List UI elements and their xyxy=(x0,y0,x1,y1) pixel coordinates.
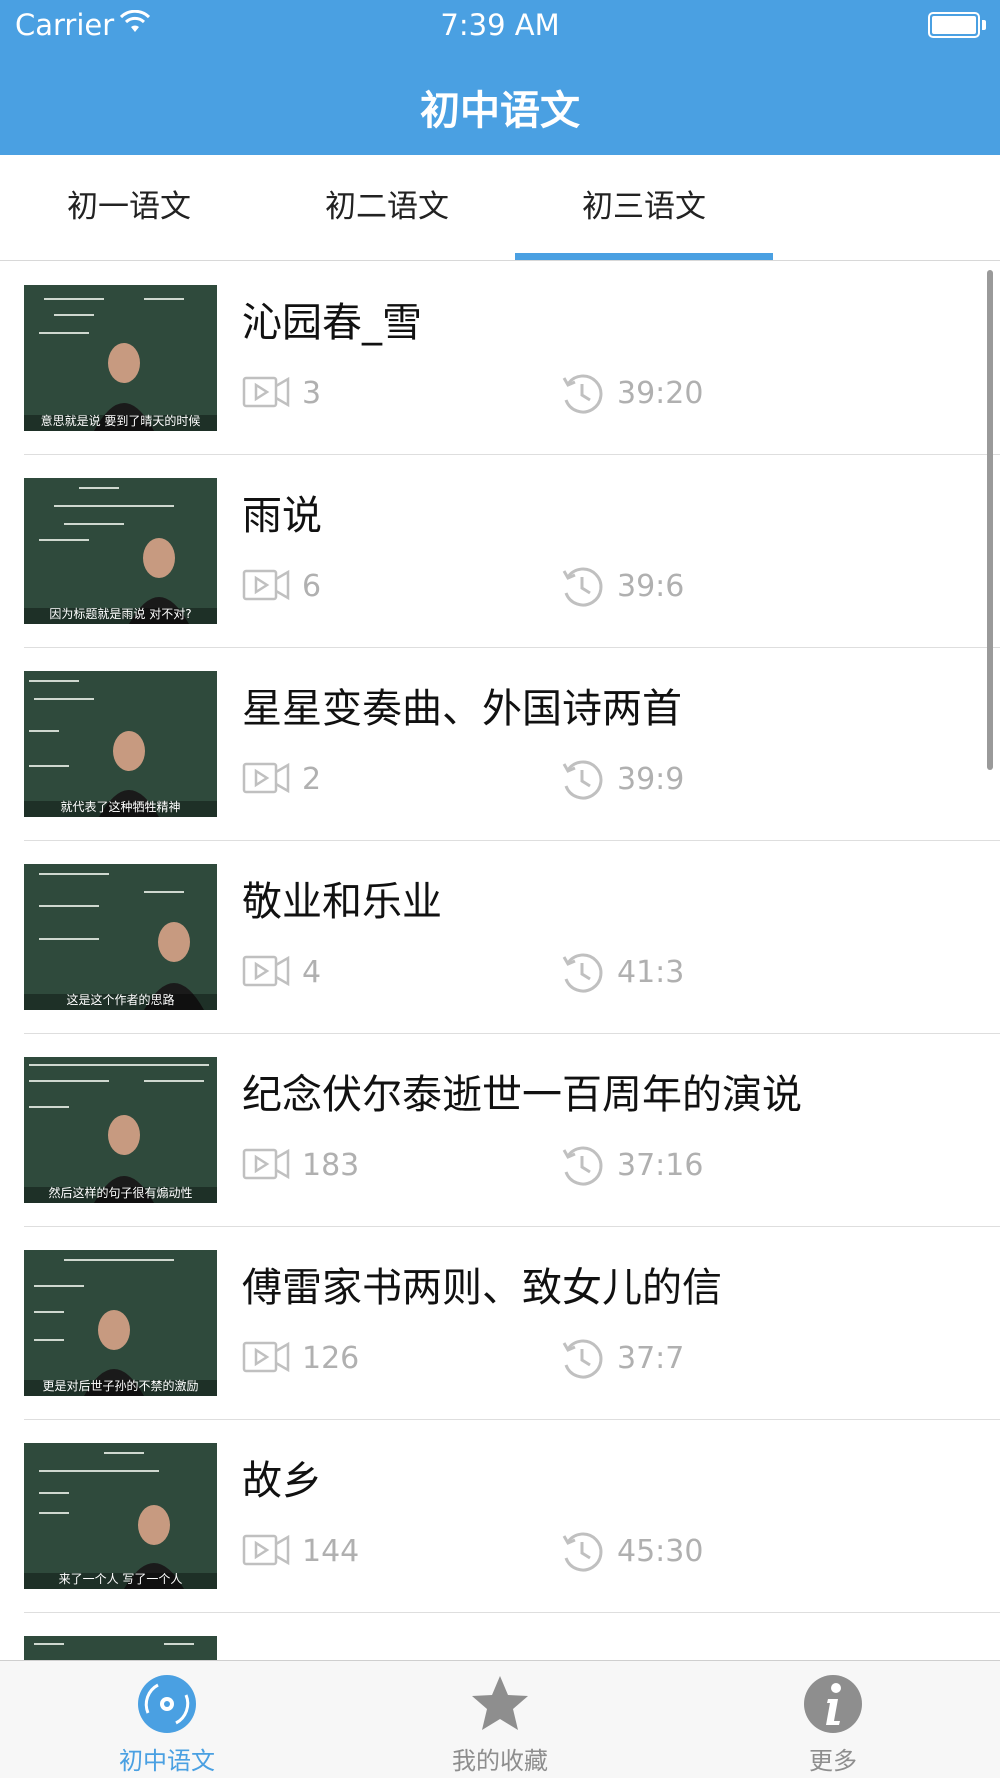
lesson-thumbnail xyxy=(24,1636,217,1660)
tab-grade-3[interactable]: 初三语文 xyxy=(515,155,773,260)
duration: 37:16 xyxy=(560,1144,703,1188)
video-icon xyxy=(242,762,290,794)
thumbnail-caption: 就代表了这种牺牲精神 xyxy=(60,800,181,814)
lesson-row[interactable]: 来了一个人 写了一个人 故乡 144 45:30 xyxy=(0,1420,1000,1613)
video-count: 183 xyxy=(242,1146,359,1186)
tabbar-item-favorites[interactable]: 我的收藏 xyxy=(333,1661,667,1778)
tab-grade-1[interactable]: 初一语文 xyxy=(0,155,258,260)
lesson-row[interactable]: 然后这样的句子很有煽动性 纪念伏尔泰逝世一百周年的演说 183 37:16 xyxy=(0,1034,1000,1227)
duration-label: 39:20 xyxy=(617,376,704,411)
duration: 39:20 xyxy=(560,372,703,416)
thumbnail-caption: 然后这样的句子很有煽动性 xyxy=(48,1186,193,1200)
status-bar: Carrier 7:39 AM xyxy=(0,0,1000,50)
video-count-label: 6 xyxy=(302,569,322,604)
video-count-label: 126 xyxy=(302,1341,360,1376)
duration: 37:7 xyxy=(560,1337,684,1381)
clock-icon xyxy=(562,760,603,800)
lesson-title: 星星变奏曲、外国诗两首 xyxy=(242,686,682,732)
duration-label: 45:30 xyxy=(617,1534,704,1569)
thumbnail-caption: 更是对后世子孙的不禁的激励 xyxy=(42,1379,199,1393)
video-count-label: 2 xyxy=(302,762,322,797)
page-title: 初中语文 xyxy=(420,88,580,134)
duration-label: 39:6 xyxy=(617,569,685,604)
lesson-title: 雨说 xyxy=(242,493,322,539)
tabbar-label: 我的收藏 xyxy=(452,1747,548,1775)
lesson-title: 沁园春_雪 xyxy=(242,300,422,346)
thumbnail-caption: 意思就是说 要到了晴天的时候 xyxy=(40,414,201,428)
lesson-row[interactable]: 更是对后世子孙的不禁的激励 傅雷家书两则、致女儿的信 126 37:7 xyxy=(0,1227,1000,1420)
duration: 45:30 xyxy=(560,1530,703,1574)
scrollbar[interactable] xyxy=(987,270,993,770)
video-count: 144 xyxy=(242,1532,359,1572)
lesson-thumbnail: 来了一个人 写了一个人 xyxy=(24,1443,217,1589)
clock-icon xyxy=(562,1339,603,1379)
lesson-thumbnail: 因为标题就是雨说 对不对? xyxy=(24,478,217,624)
lesson-thumbnail: 意思就是说 要到了晴天的时候 xyxy=(24,285,217,431)
duration-label: 37:7 xyxy=(617,1341,685,1376)
duration-label: 39:9 xyxy=(617,762,685,797)
tab-selected-indicator xyxy=(515,253,773,260)
tab-grade-2[interactable]: 初二语文 xyxy=(258,155,516,260)
tabbar-item-more[interactable]: 更多 xyxy=(666,1661,1000,1778)
video-count: 6 xyxy=(242,567,321,607)
navigation-header: Carrier 7:39 AM 初中语文 xyxy=(0,0,1000,155)
clock-icon xyxy=(562,374,603,414)
video-count: 4 xyxy=(242,953,321,993)
tabbar-item-chinese[interactable]: 初中语文 xyxy=(0,1661,334,1778)
lesson-list[interactable]: 意思就是说 要到了晴天的时候 沁园春_雪 3 39:20 因为标题就是雨说 对不… xyxy=(0,262,1000,1660)
thumbnail-caption: 这是这个作者的思路 xyxy=(66,993,175,1007)
clock-icon xyxy=(562,953,603,993)
duration: 39:6 xyxy=(560,565,684,609)
video-count: 2 xyxy=(242,760,321,800)
duration-label: 41:3 xyxy=(617,955,685,990)
lesson-row[interactable]: 意思就是说 要到了晴天的时候 沁园春_雪 3 39:20 xyxy=(0,262,1000,455)
status-time: 7:39 AM xyxy=(440,8,560,42)
lesson-title: 纪念伏尔泰逝世一百周年的演说 xyxy=(242,1072,802,1118)
disc-icon xyxy=(138,1675,196,1733)
video-count: 126 xyxy=(242,1339,359,1379)
video-count-label: 3 xyxy=(302,376,322,411)
duration-label: 37:16 xyxy=(617,1148,704,1183)
star-icon xyxy=(472,1676,528,1730)
lesson-thumbnail: 更是对后世子孙的不禁的激励 xyxy=(24,1250,217,1396)
video-count-label: 144 xyxy=(302,1534,360,1569)
lesson-row[interactable]: 因为标题就是雨说 对不对? 雨说 6 39:6 xyxy=(0,455,1000,648)
lesson-row[interactable]: 就代表了这种牺牲精神 星星变奏曲、外国诗两首 2 39:9 xyxy=(0,648,1000,841)
video-icon xyxy=(242,1341,290,1373)
info-icon xyxy=(804,1675,862,1733)
video-icon xyxy=(242,1148,290,1180)
clock-icon xyxy=(562,1146,603,1186)
video-count-label: 183 xyxy=(302,1148,360,1183)
lesson-title: 故乡 xyxy=(242,1458,322,1504)
grade-tabs: 初一语文 初二语文 初三语文 xyxy=(0,155,1000,261)
tabbar-label: 更多 xyxy=(809,1747,857,1775)
video-count-label: 4 xyxy=(302,955,322,990)
video-icon xyxy=(242,1534,290,1566)
lesson-row[interactable]: 这是这个作者的思路 敬业和乐业 4 41:3 xyxy=(0,841,1000,1034)
tabbar-label: 初中语文 xyxy=(119,1747,215,1775)
duration: 41:3 xyxy=(560,951,684,995)
video-icon xyxy=(242,376,290,408)
video-count: 3 xyxy=(242,374,321,414)
lesson-thumbnail: 这是这个作者的思路 xyxy=(24,864,217,1010)
lesson-title: 傅雷家书两则、致女儿的信 xyxy=(242,1265,722,1311)
video-icon xyxy=(242,955,290,987)
video-icon xyxy=(242,569,290,601)
clock-icon xyxy=(562,567,603,607)
battery-icon xyxy=(928,12,986,38)
thumbnail-caption: 因为标题就是雨说 对不对? xyxy=(49,607,192,621)
clock-icon xyxy=(562,1532,603,1572)
thumbnail-caption: 来了一个人 写了一个人 xyxy=(58,1572,183,1586)
bottom-tab-bar: 初中语文 我的收藏 更多 xyxy=(0,1660,1000,1778)
lesson-thumbnail: 然后这样的句子很有煽动性 xyxy=(24,1057,217,1203)
lesson-thumbnail: 就代表了这种牺牲精神 xyxy=(24,671,217,817)
lesson-row-partial[interactable] xyxy=(0,1613,1000,1660)
lesson-title: 敬业和乐业 xyxy=(242,879,442,925)
duration: 39:9 xyxy=(560,758,684,802)
